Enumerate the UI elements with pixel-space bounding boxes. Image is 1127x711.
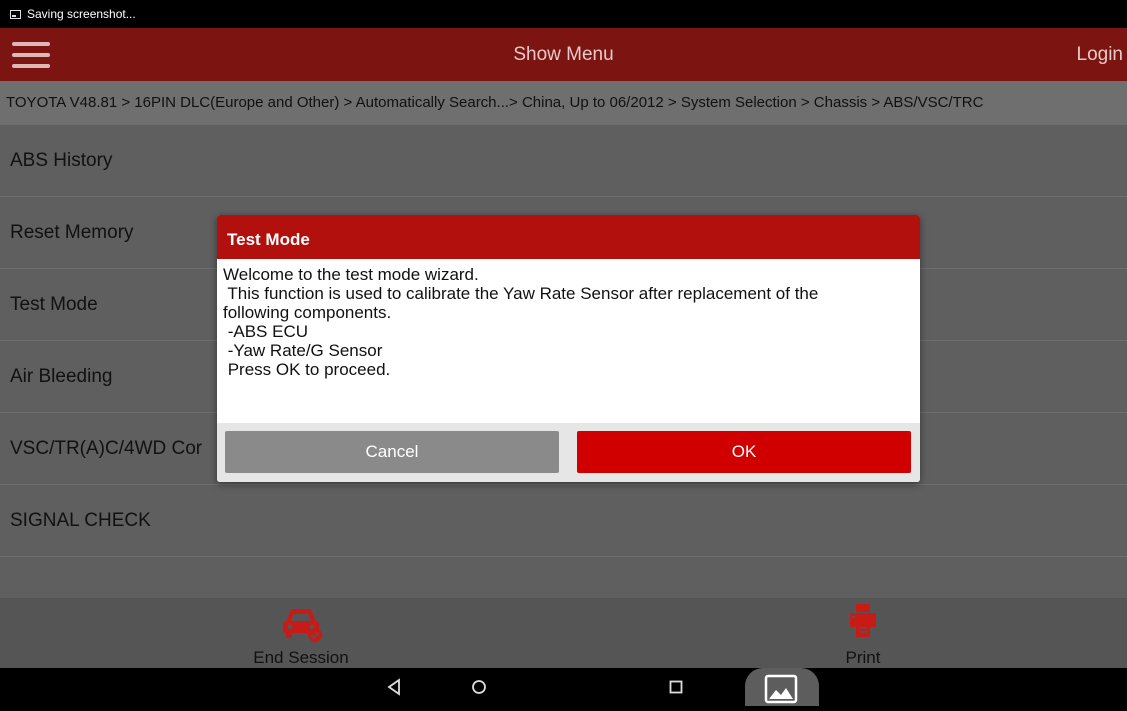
dialog-line: This function is used to calibrate the Y… — [223, 284, 819, 303]
ok-button[interactable]: OK — [577, 431, 911, 473]
end-session-label: End Session — [253, 648, 349, 667]
test-mode-dialog: Test Mode Welcome to the test mode wizar… — [217, 215, 920, 482]
status-text: Saving screenshot... — [27, 7, 136, 21]
home-button[interactable] — [459, 668, 499, 706]
end-session-button[interactable]: End Session — [231, 598, 371, 668]
cancel-button[interactable]: Cancel — [225, 431, 559, 473]
print-label: Print — [845, 648, 881, 667]
image-icon — [764, 674, 798, 704]
breadcrumb: TOYOTA V48.81 > 16PIN DLC(Europe and Oth… — [0, 81, 1127, 125]
screenshot-preview-button[interactable] — [745, 668, 819, 706]
dialog-line: -Yaw Rate/G Sensor — [223, 341, 383, 360]
print-button[interactable]: Print — [793, 598, 933, 668]
dialog-line: -ABS ECU — [223, 322, 309, 341]
menu-item-abs-history[interactable]: ABS History — [0, 125, 1127, 197]
screenshot-icon — [10, 9, 21, 19]
recent-apps-button[interactable] — [656, 668, 696, 706]
menu-item-signal-check[interactable]: SIGNAL CHECK — [0, 485, 1127, 557]
dialog-actions: Cancel OK — [217, 423, 920, 482]
back-icon — [387, 678, 400, 696]
dialog-line: Welcome to the test mode wizard. — [223, 265, 479, 284]
printer-icon — [850, 604, 876, 637]
bottom-toolbar: End Session Print — [0, 598, 1127, 668]
car-check-icon — [283, 609, 322, 642]
system-nav-bar — [0, 668, 1127, 706]
app-bar: Show Menu Login — [0, 28, 1127, 81]
status-bar: Saving screenshot... — [0, 0, 1127, 28]
app-title[interactable]: Show Menu — [0, 44, 1127, 66]
home-icon — [472, 680, 486, 694]
dialog-line: Press OK to proceed. — [223, 360, 391, 379]
recent-apps-icon — [669, 680, 683, 694]
dialog-message: Welcome to the test mode wizard. This fu… — [217, 259, 920, 423]
dialog-title: Test Mode — [217, 215, 920, 259]
dialog-line: following components. — [223, 303, 392, 322]
back-button[interactable] — [374, 668, 414, 706]
login-button[interactable]: Login — [1077, 44, 1124, 66]
